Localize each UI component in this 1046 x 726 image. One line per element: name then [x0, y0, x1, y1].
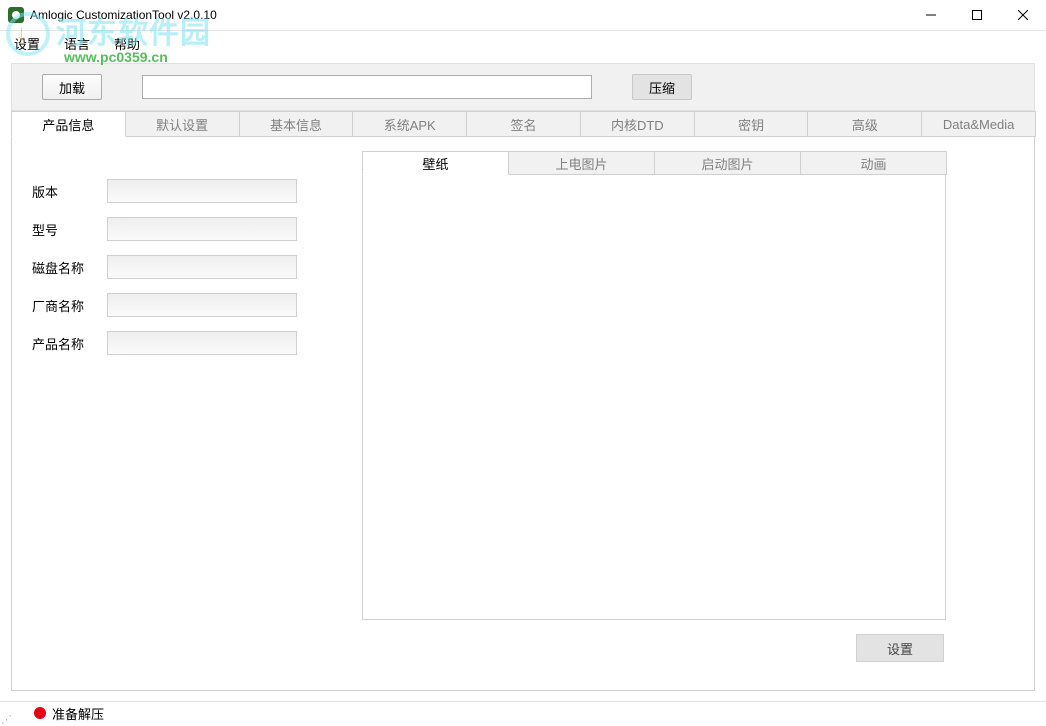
status-text: 准备解压 [52, 704, 104, 723]
label-model: 型号 [32, 220, 107, 239]
status-indicator-icon [34, 707, 46, 719]
input-version[interactable] [107, 179, 297, 203]
label-product: 产品名称 [32, 334, 107, 353]
label-vendor: 厂商名称 [32, 296, 107, 315]
compress-button[interactable]: 压缩 [632, 74, 692, 100]
right-panel: 壁纸 上电图片 启动图片 动画 [362, 151, 946, 620]
tab-data-media[interactable]: Data&Media [921, 111, 1036, 137]
row-vendor: 厂商名称 [32, 293, 332, 317]
app-icon [8, 7, 24, 23]
tab-system-apk[interactable]: 系统APK [352, 111, 467, 137]
input-disk[interactable] [107, 255, 297, 279]
row-version: 版本 [32, 179, 332, 203]
tab-panel: 版本 型号 磁盘名称 厂商名称 产品名称 壁纸 上电 [11, 136, 1035, 691]
statusbar: 准备解压 [0, 701, 1046, 724]
subtab-wallpaper[interactable]: 壁纸 [362, 151, 509, 175]
menu-help[interactable]: 帮助 [110, 32, 144, 55]
tab-default-settings[interactable]: 默认设置 [125, 111, 240, 137]
load-button[interactable]: 加载 [42, 74, 102, 100]
resize-grip-icon[interactable] [1, 711, 13, 723]
subtab-poweron-image[interactable]: 上电图片 [508, 151, 655, 175]
menubar: 设置 语言 帮助 [0, 31, 1046, 55]
input-product[interactable] [107, 331, 297, 355]
tab-advanced[interactable]: 高级 [807, 111, 922, 137]
titlebar: Amlogic CustomizationTool v2.0.10 [0, 0, 1046, 31]
main-tabs: 产品信息 默认设置 基本信息 系统APK 签名 内核DTD 密钥 高级 Data… [11, 111, 1035, 137]
tab-basic-info[interactable]: 基本信息 [239, 111, 354, 137]
subtab-panel [362, 174, 946, 620]
tab-keys[interactable]: 密钥 [694, 111, 809, 137]
maximize-button[interactable] [954, 0, 1000, 31]
sub-tabs: 壁纸 上电图片 启动图片 动画 [362, 151, 946, 175]
input-vendor[interactable] [107, 293, 297, 317]
minimize-button[interactable] [908, 0, 954, 31]
input-model[interactable] [107, 217, 297, 241]
tab-product-info[interactable]: 产品信息 [11, 111, 126, 137]
menu-language[interactable]: 语言 [60, 32, 94, 55]
settings-btn-row: 设置 [856, 634, 944, 662]
label-version: 版本 [32, 182, 107, 201]
label-disk: 磁盘名称 [32, 258, 107, 277]
subtab-boot-image[interactable]: 启动图片 [654, 151, 801, 175]
settings-button[interactable]: 设置 [856, 634, 944, 662]
window-title: Amlogic CustomizationTool v2.0.10 [30, 8, 217, 22]
titlebar-left: Amlogic CustomizationTool v2.0.10 [8, 7, 217, 23]
close-button[interactable] [1000, 0, 1046, 31]
row-model: 型号 [32, 217, 332, 241]
row-disk: 磁盘名称 [32, 255, 332, 279]
subtab-animation[interactable]: 动画 [800, 151, 947, 175]
menu-settings[interactable]: 设置 [10, 32, 44, 55]
window-controls [908, 0, 1046, 31]
tab-signature[interactable]: 签名 [466, 111, 581, 137]
tab-kernel-dtd[interactable]: 内核DTD [580, 111, 695, 137]
toolbar: 加载 压缩 [11, 63, 1035, 111]
form-area: 版本 型号 磁盘名称 厂商名称 产品名称 [32, 179, 332, 369]
content-area: 加载 压缩 产品信息 默认设置 基本信息 系统APK 签名 内核DTD 密钥 高… [3, 55, 1043, 701]
path-input[interactable] [142, 75, 592, 99]
row-product: 产品名称 [32, 331, 332, 355]
